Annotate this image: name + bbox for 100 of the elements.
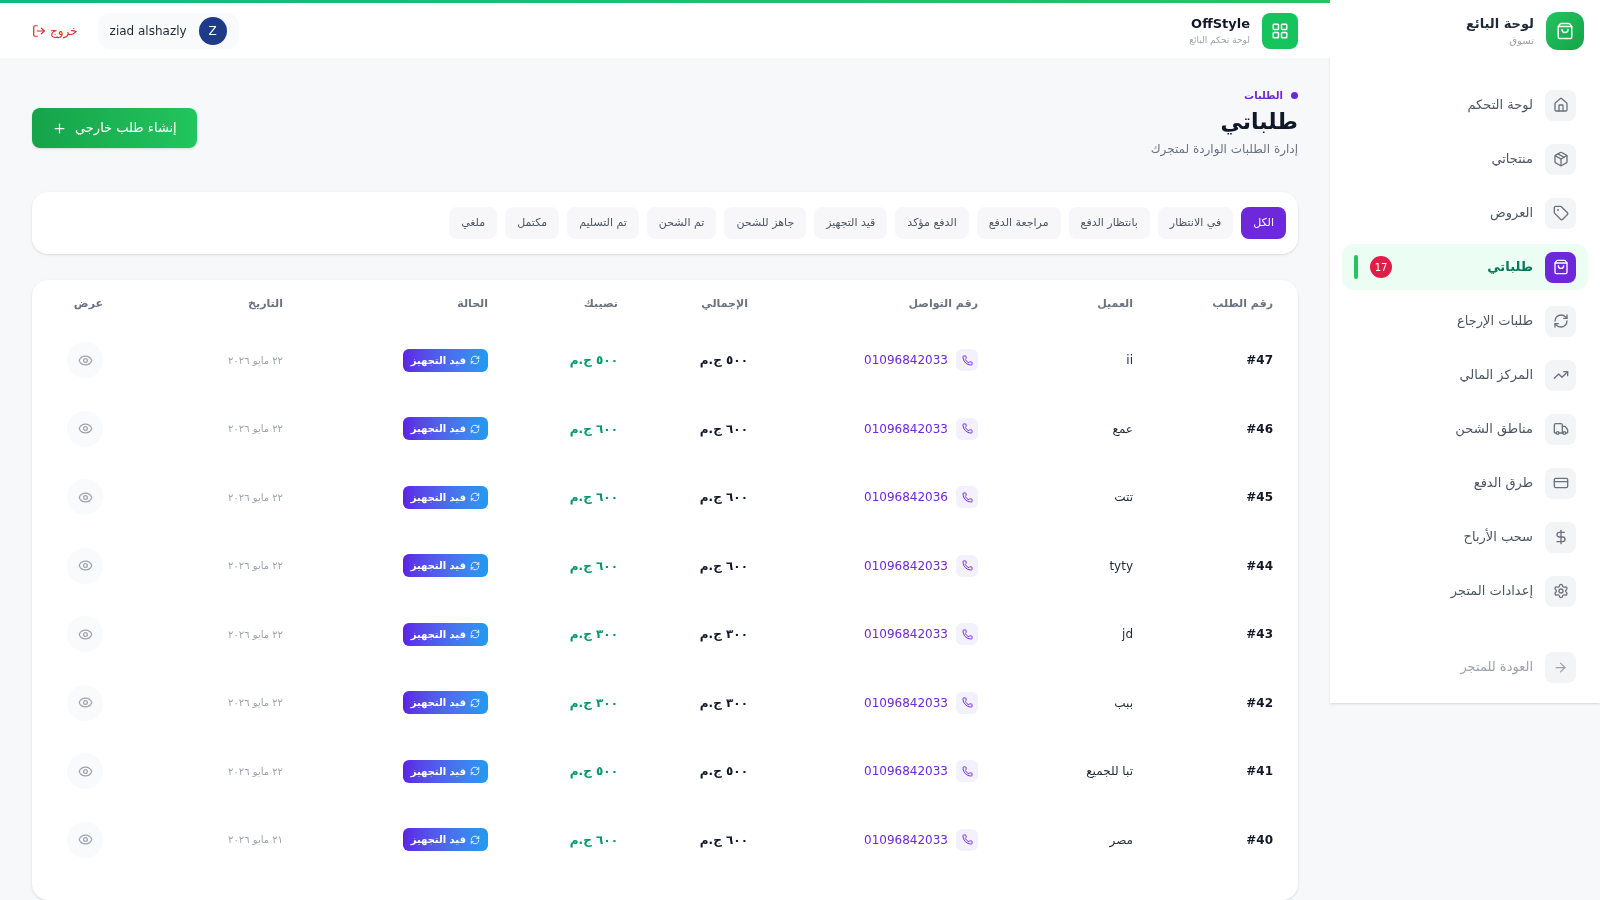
page-subtitle: إدارة الطلبات الواردة لمتجرك <box>1150 141 1298 158</box>
phone-icon <box>956 623 978 646</box>
filter-tab[interactable]: مراجعة الدفع <box>976 207 1061 239</box>
refresh-icon <box>1545 305 1576 337</box>
share-amount: ٣٠٠ ج.م <box>568 694 618 712</box>
order-number: #42 <box>1245 694 1273 712</box>
phone-icon <box>956 760 978 783</box>
phone-link[interactable]: 01096842033 <box>864 762 948 781</box>
share-amount: ٥٠٠ ج.م <box>568 352 618 370</box>
active-indicator <box>1354 255 1358 279</box>
settings-icon <box>1545 575 1576 607</box>
view-button[interactable] <box>67 821 103 858</box>
filter-tab[interactable]: ملغي <box>449 207 498 239</box>
phone-icon <box>956 349 978 372</box>
sidebar-item[interactable]: مناطق الشحن <box>1342 406 1588 452</box>
view-button[interactable] <box>67 479 103 516</box>
customer-name: عمع <box>1111 420 1133 438</box>
filter-tab[interactable]: جاهز للشحن <box>724 207 807 239</box>
sidebar-item[interactable]: لوحة التحكم <box>1342 82 1588 128</box>
total-amount: ٦٠٠ ج.م <box>698 831 748 849</box>
shop-bag-icon <box>1546 12 1584 50</box>
view-button[interactable] <box>67 547 103 584</box>
card-icon <box>1545 467 1576 499</box>
view-button[interactable] <box>67 342 103 379</box>
logout-icon <box>32 23 46 38</box>
total-amount: ٥٠٠ ج.م <box>698 352 748 370</box>
sidebar-item-label: طلبات الإرجاع <box>1457 312 1533 331</box>
truck-icon <box>1545 413 1576 445</box>
phone-icon <box>956 486 978 509</box>
total-amount: ٦٠٠ ج.م <box>698 420 748 438</box>
order-number: #43 <box>1245 626 1273 644</box>
status-badge: قيد التجهيز <box>402 828 488 852</box>
filter-tab[interactable]: تم التسليم <box>567 207 639 239</box>
phone-link[interactable]: 01096842033 <box>864 830 948 849</box>
status-badge: قيد التجهيز <box>402 554 488 578</box>
grid-icon <box>1262 12 1298 49</box>
filter-tab[interactable]: قيد التجهيز <box>814 207 888 239</box>
count-badge: 17 <box>1370 256 1392 278</box>
user-name: ziad alshazly <box>109 22 187 40</box>
sidebar-item[interactable]: سحب الأرباح <box>1342 514 1588 560</box>
sidebar-item[interactable]: طلبات الإرجاع <box>1342 298 1588 344</box>
sidebar-item-label: مناطق الشحن <box>1455 420 1533 439</box>
view-button[interactable] <box>67 753 103 790</box>
total-amount: ٣٠٠ ج.م <box>698 694 748 712</box>
sidebar-item[interactable]: طرق الدفع <box>1342 460 1588 506</box>
breadcrumb: الطلبات <box>1244 89 1283 103</box>
dollar-icon <box>1545 521 1576 553</box>
phone-link[interactable]: 01096842033 <box>864 419 948 438</box>
order-number: #41 <box>1245 763 1273 781</box>
filter-tab[interactable]: مكتمل <box>505 207 560 239</box>
sidebar-item[interactable]: منتجاتي <box>1342 136 1588 182</box>
share-amount: ٥٠٠ ج.م <box>568 763 618 781</box>
order-date: ٢٢ مايو ٢٠٢٦ <box>227 422 283 437</box>
order-number: #45 <box>1245 489 1273 507</box>
share-amount: ٦٠٠ ج.م <box>568 831 618 849</box>
sidebar-item[interactable]: العروض <box>1342 190 1588 236</box>
view-button[interactable] <box>67 684 103 721</box>
phone-link[interactable]: 01096842033 <box>864 625 948 644</box>
order-number: #40 <box>1245 831 1273 849</box>
column-header: العميل <box>1096 295 1133 312</box>
phone-link[interactable]: 01096842033 <box>864 556 948 575</box>
share-amount: ٦٠٠ ج.م <box>568 489 618 507</box>
sidebar-item[interactable]: المركز المالي <box>1342 352 1588 398</box>
phone-icon <box>956 417 978 440</box>
share-amount: ٦٠٠ ج.م <box>568 557 618 575</box>
phone-link[interactable]: 01096842036 <box>864 488 948 507</box>
page-title: طلباتي <box>1219 108 1298 137</box>
phone-icon <box>956 691 978 714</box>
order-date: ٢١ مايو ٢٠٢٦ <box>227 833 283 848</box>
column-header: رقم الطلب <box>1211 295 1273 312</box>
phone-link[interactable]: 01096842033 <box>864 351 948 370</box>
filter-tab[interactable]: تم الشحن <box>646 207 717 239</box>
eye-icon <box>77 352 93 368</box>
logout-button[interactable]: خروج <box>32 21 78 40</box>
customer-name: jd <box>1120 626 1133 644</box>
trend-icon <box>1545 359 1576 391</box>
total-amount: ٦٠٠ ج.م <box>698 489 748 507</box>
eye-icon <box>77 421 93 437</box>
filter-tab[interactable]: الدفع مؤكد <box>895 207 969 239</box>
filter-tab[interactable]: في الانتظار <box>1157 207 1234 239</box>
home-icon <box>1545 89 1576 121</box>
sidebar-item-label: المركز المالي <box>1459 366 1533 385</box>
arrow-icon <box>1545 651 1576 683</box>
phone-link[interactable]: 01096842033 <box>864 693 948 712</box>
filter-tab[interactable]: بانتظار الدفع <box>1068 207 1150 239</box>
sidebar-item-label: إعدادات المتجر <box>1450 582 1533 601</box>
order-date: ٢٢ مايو ٢٠٢٦ <box>227 696 283 711</box>
customer-name: tyty <box>1108 557 1133 575</box>
view-button[interactable] <box>67 410 103 447</box>
sidebar-item[interactable]: إعدادات المتجر <box>1342 568 1588 614</box>
order-number: #47 <box>1245 352 1273 370</box>
tag-icon <box>1545 197 1576 229</box>
column-header: الحالة <box>456 295 488 312</box>
eye-icon <box>77 763 93 779</box>
view-button[interactable] <box>67 616 103 653</box>
order-number: #44 <box>1245 557 1273 575</box>
customer-name: تتت <box>1113 489 1133 507</box>
filter-tab[interactable]: الكل <box>1241 207 1286 239</box>
status-badge: قيد التجهيز <box>402 417 488 441</box>
order-date: ٢٢ مايو ٢٠٢٦ <box>227 353 283 368</box>
